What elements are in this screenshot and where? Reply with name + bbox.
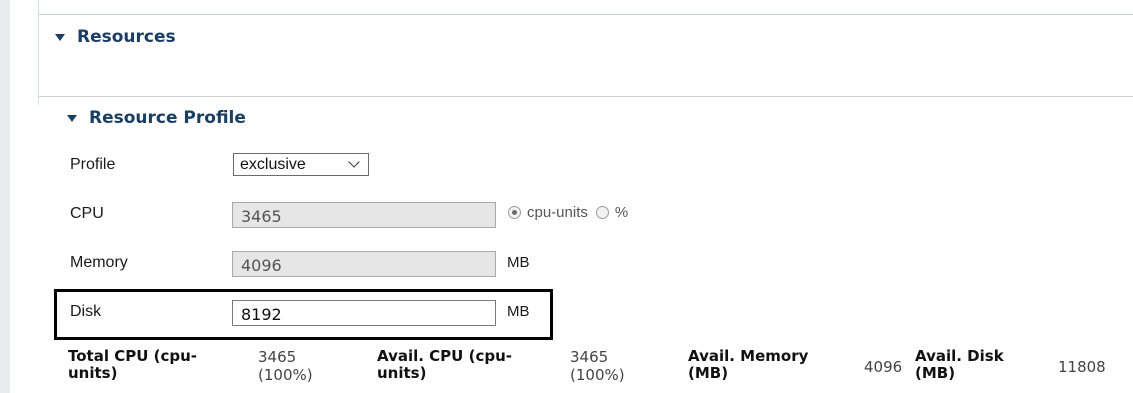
disk-unit: MB bbox=[507, 303, 530, 320]
resource-profile-section-toggle[interactable]: Resource Profile bbox=[67, 108, 246, 128]
cpu-units-radio-label: cpu-units bbox=[527, 204, 588, 221]
cpu-unit-radio-group: cpu-units % bbox=[508, 204, 636, 221]
avail-cpu-value: 3465 (100%) bbox=[570, 348, 625, 384]
avail-cpu-label: Avail. CPU (cpu- units) bbox=[377, 347, 512, 382]
cpu-units-radio[interactable] bbox=[508, 206, 521, 219]
total-cpu-label: Total CPU (cpu- units) bbox=[68, 347, 197, 382]
avail-disk-value: 11808 bbox=[1058, 358, 1106, 376]
disk-label: Disk bbox=[70, 303, 102, 320]
resource-profile-section-title: Resource Profile bbox=[89, 108, 246, 128]
section-divider bbox=[38, 96, 1133, 97]
collapse-triangle-icon bbox=[55, 33, 65, 41]
profile-label: Profile bbox=[70, 156, 116, 173]
resources-section-title: Resources bbox=[77, 27, 176, 47]
memory-label: Memory bbox=[70, 254, 128, 271]
percent-radio[interactable] bbox=[595, 206, 609, 219]
profile-select-value: exclusive bbox=[240, 155, 306, 173]
memory-unit: MB bbox=[507, 254, 530, 271]
profile-select[interactable]: exclusive bbox=[233, 153, 369, 176]
cpu-input[interactable]: 3465 bbox=[232, 202, 496, 228]
chevron-down-icon bbox=[348, 156, 360, 168]
avail-memory-label: Avail. Memory (MB) bbox=[688, 347, 809, 382]
collapse-triangle-icon bbox=[67, 114, 77, 122]
avail-disk-label: Avail. Disk (MB) bbox=[915, 347, 1004, 382]
disk-input[interactable]: 8192 bbox=[232, 300, 496, 326]
left-rail bbox=[0, 0, 10, 393]
avail-memory-value: 4096 bbox=[864, 358, 903, 376]
panel-left-border bbox=[38, 0, 39, 105]
memory-input[interactable]: 4096 bbox=[232, 251, 496, 277]
cpu-label: CPU bbox=[70, 205, 104, 222]
resources-section-toggle[interactable]: Resources bbox=[55, 27, 176, 47]
percent-radio-label: % bbox=[614, 204, 629, 221]
panel-top-border bbox=[38, 14, 1133, 15]
total-cpu-value: 3465 (100%) bbox=[258, 348, 313, 384]
